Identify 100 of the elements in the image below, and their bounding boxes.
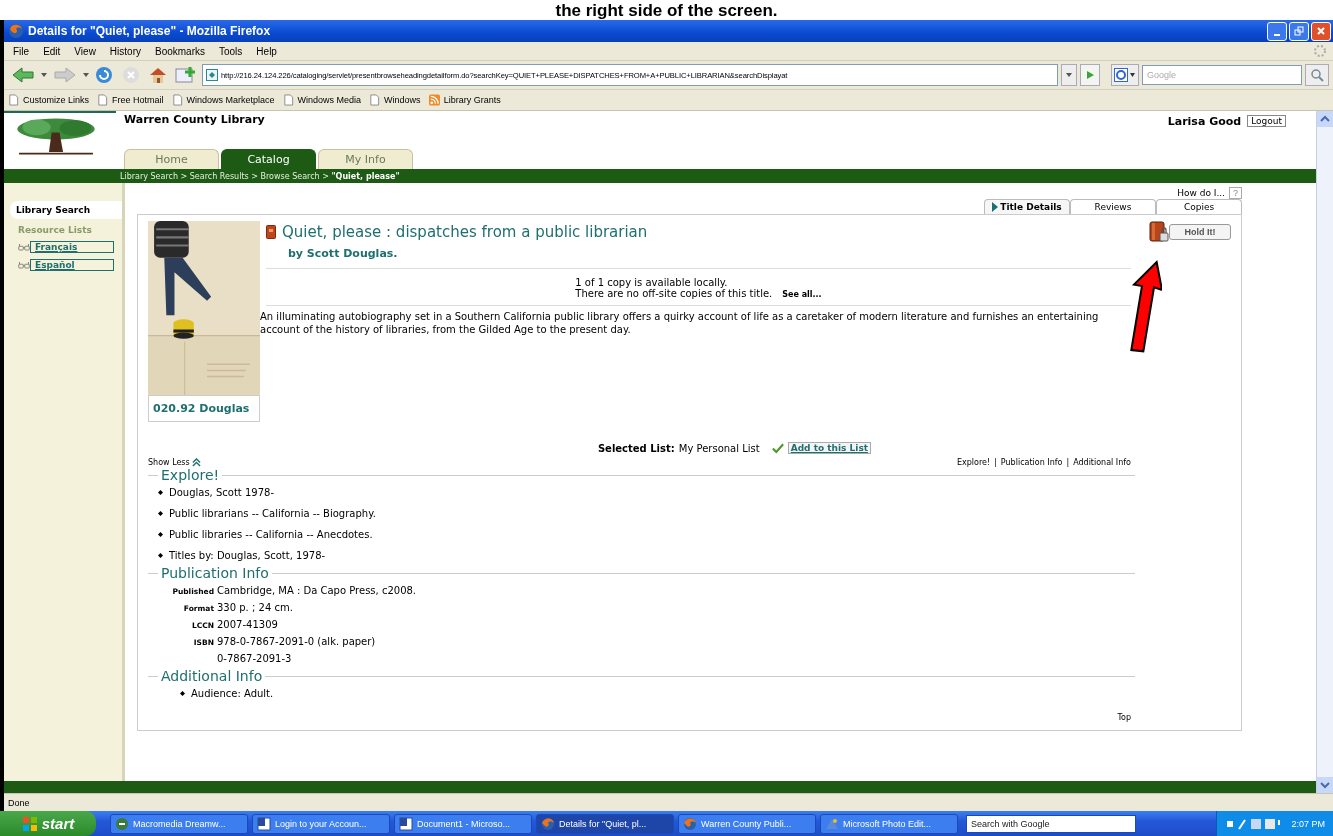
- scroll-down-icon[interactable]: [1317, 777, 1333, 793]
- throbber-icon: [1313, 44, 1327, 58]
- taskbar-button[interactable]: Login to your Accoun...: [252, 813, 390, 834]
- bookmark-link[interactable]: Windows Media: [282, 94, 362, 106]
- detail-tab[interactable]: Reviews: [1070, 199, 1156, 214]
- list-name: My Personal List: [678, 442, 760, 454]
- bookmark-link[interactable]: Windows: [369, 94, 421, 106]
- user-name: Larisa Good: [1167, 115, 1242, 128]
- hold-button[interactable]: Hold It!: [1169, 224, 1231, 240]
- section-heading: Publication Info: [161, 565, 269, 581]
- section-link[interactable]: Explore!: [956, 458, 991, 467]
- top-link[interactable]: Top: [1117, 713, 1131, 722]
- add-to-list-button[interactable]: Add to this List: [787, 442, 872, 454]
- document-icon: [399, 816, 413, 831]
- subject-link[interactable]: Titles by: Douglas, Scott, 1978-: [169, 550, 326, 561]
- language-button[interactable]: Español: [30, 259, 114, 271]
- search-button[interactable]: [1305, 64, 1329, 86]
- feed-icon: [428, 94, 440, 106]
- detail-tab[interactable]: Title Details: [984, 199, 1070, 214]
- search-field[interactable]: Search with Google: [966, 814, 1136, 833]
- nav-tab[interactable]: My Info: [318, 149, 413, 169]
- caret-icon[interactable]: [41, 73, 47, 77]
- photo-icon: [825, 816, 839, 831]
- reload-icon: [94, 65, 114, 85]
- menu-item[interactable]: View: [69, 45, 101, 57]
- firefox-icon: [541, 816, 555, 831]
- menu-item[interactable]: Tools: [214, 45, 248, 57]
- bullet-icon: [158, 511, 163, 516]
- go-button[interactable]: [1080, 64, 1100, 86]
- menu-item[interactable]: Bookmarks: [150, 45, 210, 57]
- subject-link[interactable]: Public libraries -- California -- Anecdotes.: [169, 529, 373, 540]
- minimize-button[interactable]: [1267, 21, 1287, 41]
- close-button[interactable]: [1311, 21, 1331, 41]
- field-value: 0-7867-2091-3: [217, 653, 292, 664]
- glasses-icon: [18, 260, 30, 270]
- subject-link[interactable]: Audience: Adult.: [191, 688, 274, 699]
- taskbar-button[interactable]: Document1 - Microso...: [394, 813, 532, 834]
- taskbar-button[interactable]: Macromedia Dreamw...: [110, 813, 248, 834]
- firefox-icon: [8, 23, 24, 39]
- status-text: Done: [8, 797, 30, 808]
- chevron-up-icon[interactable]: [191, 458, 201, 467]
- taskbar-button[interactable]: Warren County Publi...: [678, 813, 816, 834]
- bookmark-link[interactable]: Customize Links: [8, 94, 90, 106]
- scrollbar[interactable]: [1316, 111, 1333, 793]
- restore-icon: [1294, 26, 1304, 36]
- nav-tab[interactable]: Home: [124, 149, 219, 169]
- author-link[interactable]: by Scott Douglas.: [266, 243, 1131, 269]
- scroll-up-icon[interactable]: [1317, 111, 1333, 127]
- detail-tab[interactable]: Copies: [1156, 199, 1242, 214]
- bullet-icon: [158, 532, 163, 537]
- book-icon: [266, 225, 276, 239]
- book-lock-icon: [1149, 221, 1169, 243]
- start-button[interactable]: start: [0, 811, 96, 836]
- window-title: Details for "Quiet, please" - Mozilla Firefox: [28, 24, 271, 38]
- library-name: Warren County Library: [124, 112, 266, 126]
- subject-link[interactable]: Douglas, Scott 1978-: [169, 487, 275, 498]
- close-icon: [1316, 26, 1326, 36]
- minimize-icon: [1274, 34, 1280, 36]
- checkmark-icon: [771, 442, 784, 454]
- search-field[interactable]: Google: [1142, 65, 1302, 85]
- menu-item[interactable]: File: [8, 45, 35, 57]
- record-title[interactable]: Quiet, please : dispatches from a public librarian: [282, 223, 648, 241]
- see-all-link[interactable]: See all...: [782, 290, 822, 299]
- breadcrumb: Library Search > Search Results > Browse Search > "Quiet, please": [120, 171, 400, 181]
- page-icon: [8, 94, 19, 106]
- bookmark-link[interactable]: Library Grants: [428, 94, 501, 106]
- page-icon: [369, 94, 381, 106]
- subject-link[interactable]: Public librarians -- California -- Biography.: [169, 508, 376, 519]
- section-link[interactable]: Additional Info: [1073, 458, 1131, 467]
- help-link[interactable]: How do I...: [1177, 188, 1225, 198]
- sidebar-tab[interactable]: Library Search: [10, 201, 122, 219]
- menu-item[interactable]: Help: [251, 45, 282, 57]
- language-button[interactable]: Français: [30, 241, 114, 253]
- search-engine-icon: [1114, 68, 1136, 82]
- page-icon: [97, 94, 109, 106]
- summary-text: An illuminating autobiography set in a Southern California public library offers a quirky account of life as a caretaker of modern literature and furnishes an entertaining account of the history of libraries, from the Gilded Age to the present day.: [260, 310, 1100, 336]
- taskbar-button[interactable]: Details for "Quiet, pl...: [536, 813, 674, 834]
- nav-tab[interactable]: Catalog: [221, 149, 316, 169]
- bookmark-link[interactable]: Windows Marketplace: [171, 94, 275, 106]
- section-link[interactable]: Publication Info: [1000, 458, 1063, 467]
- bookmark-link[interactable]: Free Hotmail: [97, 94, 164, 106]
- menu-item[interactable]: History: [104, 45, 146, 57]
- caret-icon[interactable]: [83, 73, 89, 77]
- dropdown-button[interactable]: [1061, 64, 1077, 86]
- taskbar-button[interactable]: Microsoft Photo Edit...: [820, 813, 958, 834]
- help-button[interactable]: ?: [1229, 187, 1242, 199]
- show-less-link[interactable]: Show Less: [148, 458, 190, 467]
- link-separator: |: [994, 458, 997, 467]
- restore-button[interactable]: [1289, 21, 1309, 41]
- field-value: Cambridge, MA : Da Capo Press, c2008.: [217, 585, 417, 596]
- back-arrow-icon: [10, 66, 36, 84]
- triangle-icon: [992, 202, 999, 212]
- availability-text: There are no off-site copies of this title.: [575, 288, 773, 299]
- page-icon: [171, 94, 183, 106]
- forward-arrow-icon: [52, 66, 78, 84]
- logout-button[interactable]: Logout: [1247, 115, 1286, 127]
- bullet-icon: [158, 553, 163, 558]
- search-engine-button[interactable]: [1111, 64, 1139, 86]
- menu-item[interactable]: Edit: [38, 45, 66, 57]
- home-icon: [148, 65, 168, 85]
